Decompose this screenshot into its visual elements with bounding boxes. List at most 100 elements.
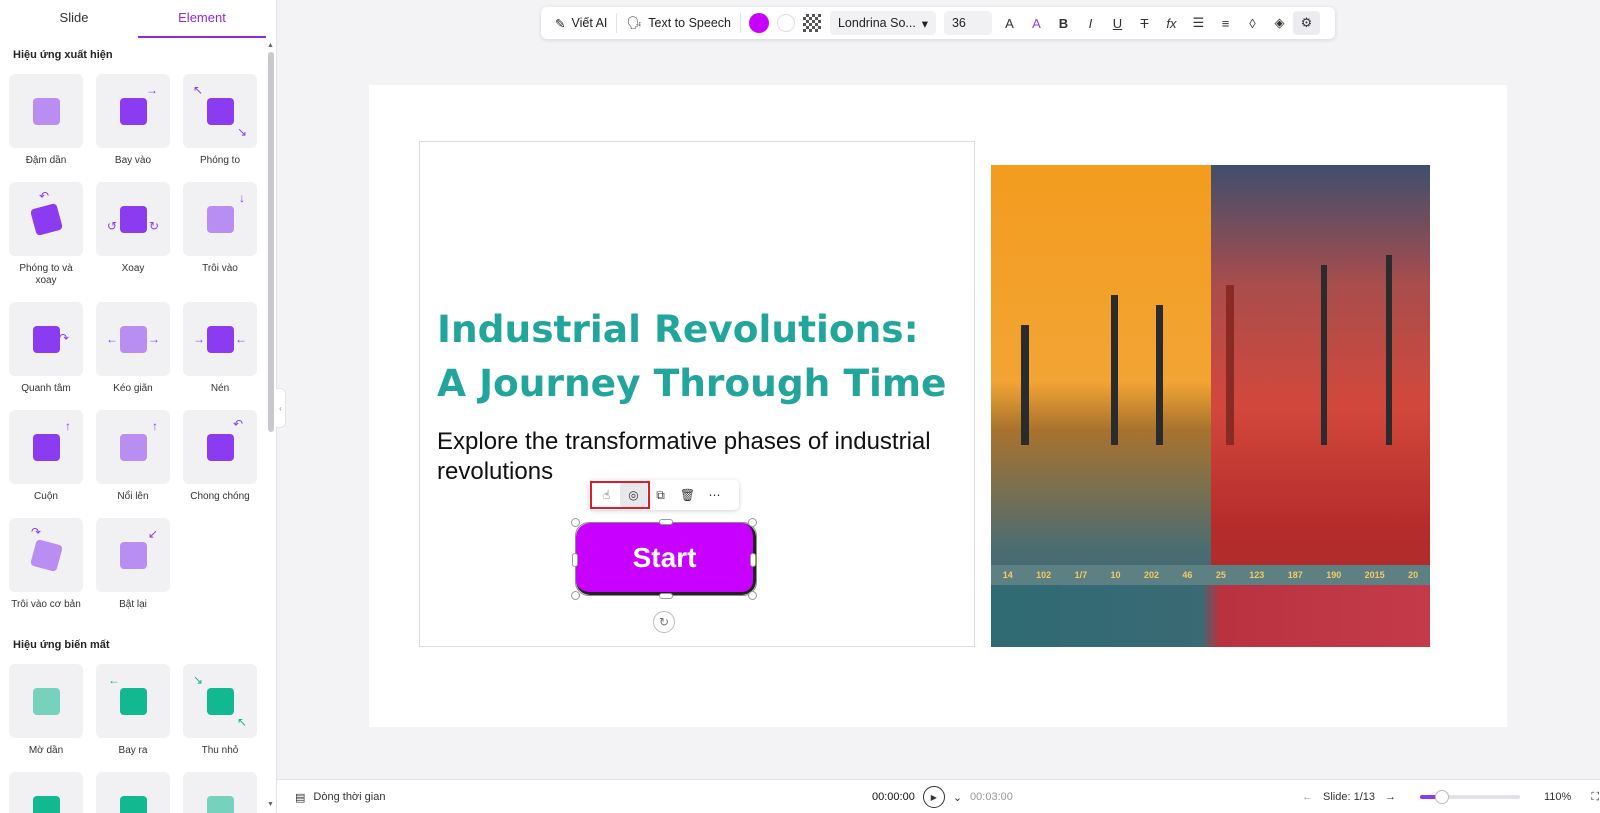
chevron-left-icon: ‹ xyxy=(279,403,282,413)
effect-label: Nổi lên xyxy=(117,491,149,502)
shapes-icon xyxy=(206,687,234,715)
text-effect-icon[interactable]: A xyxy=(1023,11,1050,35)
timeline-button[interactable]: ▤ Dòng thời gian xyxy=(295,780,385,813)
chimney xyxy=(1111,295,1118,445)
transparency-icon[interactable] xyxy=(802,14,821,32)
bold-icon[interactable]: B xyxy=(1050,11,1077,35)
effect-label: Mờ dần xyxy=(28,745,64,756)
effect-phong-to[interactable]: ↖ ↘ Phóng to xyxy=(183,74,257,167)
resize-handle[interactable] xyxy=(750,553,756,567)
fit-screen-icon[interactable]: ⛶ xyxy=(1591,791,1599,804)
shapes-icon xyxy=(32,687,60,715)
resize-handle[interactable] xyxy=(748,518,757,527)
text-case-icon[interactable]: A xyxy=(996,11,1023,35)
resize-handle[interactable] xyxy=(659,519,673,525)
duplicate-icon[interactable]: ⧉ xyxy=(647,483,674,507)
tab-slide[interactable]: Slide xyxy=(10,0,138,38)
effect-chong-chong[interactable]: ↶ Chong chóng xyxy=(183,410,257,503)
effect-dam-dan[interactable]: Đậm dần xyxy=(9,74,83,167)
slide-navigation: ← Slide: 1/13 → 110% ⛶ xyxy=(1302,780,1599,813)
bullet-list-icon[interactable]: ☰ xyxy=(1185,11,1212,35)
align-center-icon[interactable]: ≡ xyxy=(1212,11,1239,35)
timeline-icon: ▤ xyxy=(295,791,306,804)
next-slide-icon[interactable]: → xyxy=(1385,791,1396,803)
industrial-image[interactable]: 14 102 1/7 10 202 46 25 123 187 190 2015… xyxy=(991,165,1430,647)
effect-troi-vao-co-ban[interactable]: ↷ Trôi vào cơ bản xyxy=(9,518,83,611)
trash-icon[interactable]: 🗑 xyxy=(674,483,701,507)
effect-troi-vao[interactable]: ↓ Trôi vào xyxy=(183,182,257,287)
effect-partial-1[interactable] xyxy=(9,772,83,813)
panel-scrollbar[interactable] xyxy=(268,52,274,432)
image-number: 190 xyxy=(1326,570,1342,580)
scroll-down-icon[interactable]: ▼ xyxy=(267,801,274,808)
effect-partial-2[interactable] xyxy=(96,772,170,813)
strikethrough-icon[interactable]: T xyxy=(1131,11,1158,35)
resize-handle[interactable] xyxy=(571,591,580,600)
effect-bay-ra[interactable]: ← Bay ra xyxy=(96,664,170,757)
rotate-handle-icon[interactable]: ↻ xyxy=(653,611,675,633)
outline-color-swatch[interactable] xyxy=(776,14,795,32)
resize-handle[interactable] xyxy=(748,591,757,600)
magic-wand-icon: ✎ xyxy=(555,16,566,31)
slide-canvas[interactable]: Industrial Revolutions: A Journey Throug… xyxy=(369,85,1507,727)
more-icon[interactable]: ⋯ xyxy=(701,483,728,507)
effect-quanh-tam[interactable]: ↷ Quanh tâm xyxy=(9,302,83,395)
arrow-left-icon: ← xyxy=(108,673,120,687)
formula-icon[interactable]: fx xyxy=(1158,11,1185,35)
effect-partial-3[interactable] xyxy=(183,772,257,813)
arrow-left-icon: ← xyxy=(235,332,247,346)
effect-label: Quanh tâm xyxy=(21,383,71,394)
font-family-select[interactable]: Londrina So... ▾ xyxy=(829,11,936,35)
shapes-icon xyxy=(119,325,147,353)
effect-bat-lai[interactable]: ↙ Bật lại xyxy=(96,518,170,611)
interaction-hand-icon[interactable]: ☝ xyxy=(593,483,620,507)
effect-nen[interactable]: → ← Nén xyxy=(183,302,257,395)
start-button[interactable]: Start xyxy=(576,523,756,595)
zoom-slider[interactable] xyxy=(1419,790,1520,804)
resize-handle[interactable] xyxy=(659,593,673,599)
text-color-swatch[interactable] xyxy=(748,13,769,33)
text-to-speech-button[interactable]: 🗣 Text to Speech xyxy=(620,11,737,35)
scroll-up-icon[interactable]: ▲ xyxy=(267,42,274,49)
animation-settings-icon[interactable]: ⚙ xyxy=(1292,11,1320,35)
effect-label: Trôi vào xyxy=(202,263,238,274)
chimney xyxy=(1156,305,1163,445)
effect-cuon[interactable]: ↑ Cuộn xyxy=(9,410,83,503)
effect-phong-to-va-xoay[interactable]: ↶ Phóng to và xoay xyxy=(9,182,83,287)
effect-noi-len[interactable]: ↑ Nổi lên xyxy=(96,410,170,503)
effect-keo-gian[interactable]: ← → Kéo giãn xyxy=(96,302,170,395)
current-time: 00:00:00 xyxy=(872,791,915,803)
zoom-slider-knob[interactable] xyxy=(1434,790,1449,804)
speech-icon: 🗣 xyxy=(626,15,643,30)
tab-element[interactable]: Element xyxy=(138,0,266,38)
rotate-icon: ↶ xyxy=(39,189,50,203)
resize-handle[interactable] xyxy=(572,553,578,567)
animation-icon[interactable]: ◎ xyxy=(620,483,647,507)
effect-xoay[interactable]: ↺ ↻ Xoay xyxy=(96,182,170,287)
italic-icon[interactable]: I xyxy=(1077,11,1104,35)
opacity-drop-icon[interactable]: ◊ xyxy=(1239,11,1266,35)
effect-mo-dan[interactable]: Mờ dần xyxy=(9,664,83,757)
chimney xyxy=(1226,285,1234,445)
font-size-value: 36 xyxy=(951,16,966,30)
image-number: 25 xyxy=(1215,570,1226,580)
chevron-down-icon[interactable]: ⌄ xyxy=(953,791,962,804)
arrow-down-left-icon: ↙ xyxy=(147,527,158,541)
collapse-panel-button[interactable]: ‹ xyxy=(276,388,286,428)
chimney xyxy=(1021,325,1029,445)
resize-handle[interactable] xyxy=(571,518,580,527)
prev-slide-icon[interactable]: ← xyxy=(1302,791,1313,803)
slide-indicator: Slide: 1/13 xyxy=(1323,791,1375,803)
play-button[interactable]: ▶ xyxy=(922,786,945,808)
layers-icon[interactable]: ◈ xyxy=(1266,11,1293,35)
rotate-icon: ↶ xyxy=(232,417,243,431)
underline-icon[interactable]: U xyxy=(1104,11,1131,35)
effect-bay-vao[interactable]: → Bay vào xyxy=(96,74,170,167)
disappear-effects-grid: Mờ dần ← Bay ra ↘ ↖ Thu nhỏ xyxy=(9,664,264,813)
write-ai-button[interactable]: ✎ Viết AI xyxy=(549,11,613,35)
slide-subtitle[interactable]: Explore the transformative phases of ind… xyxy=(437,427,957,487)
effect-thu-nho[interactable]: ↘ ↖ Thu nhỏ xyxy=(183,664,257,757)
effects-panel: Slide Element Hiệu ứng xuất hiện Đậm dần… xyxy=(0,0,277,813)
slide-title[interactable]: Industrial Revolutions: A Journey Throug… xyxy=(437,302,957,410)
font-size-input[interactable]: 36 xyxy=(943,11,992,35)
